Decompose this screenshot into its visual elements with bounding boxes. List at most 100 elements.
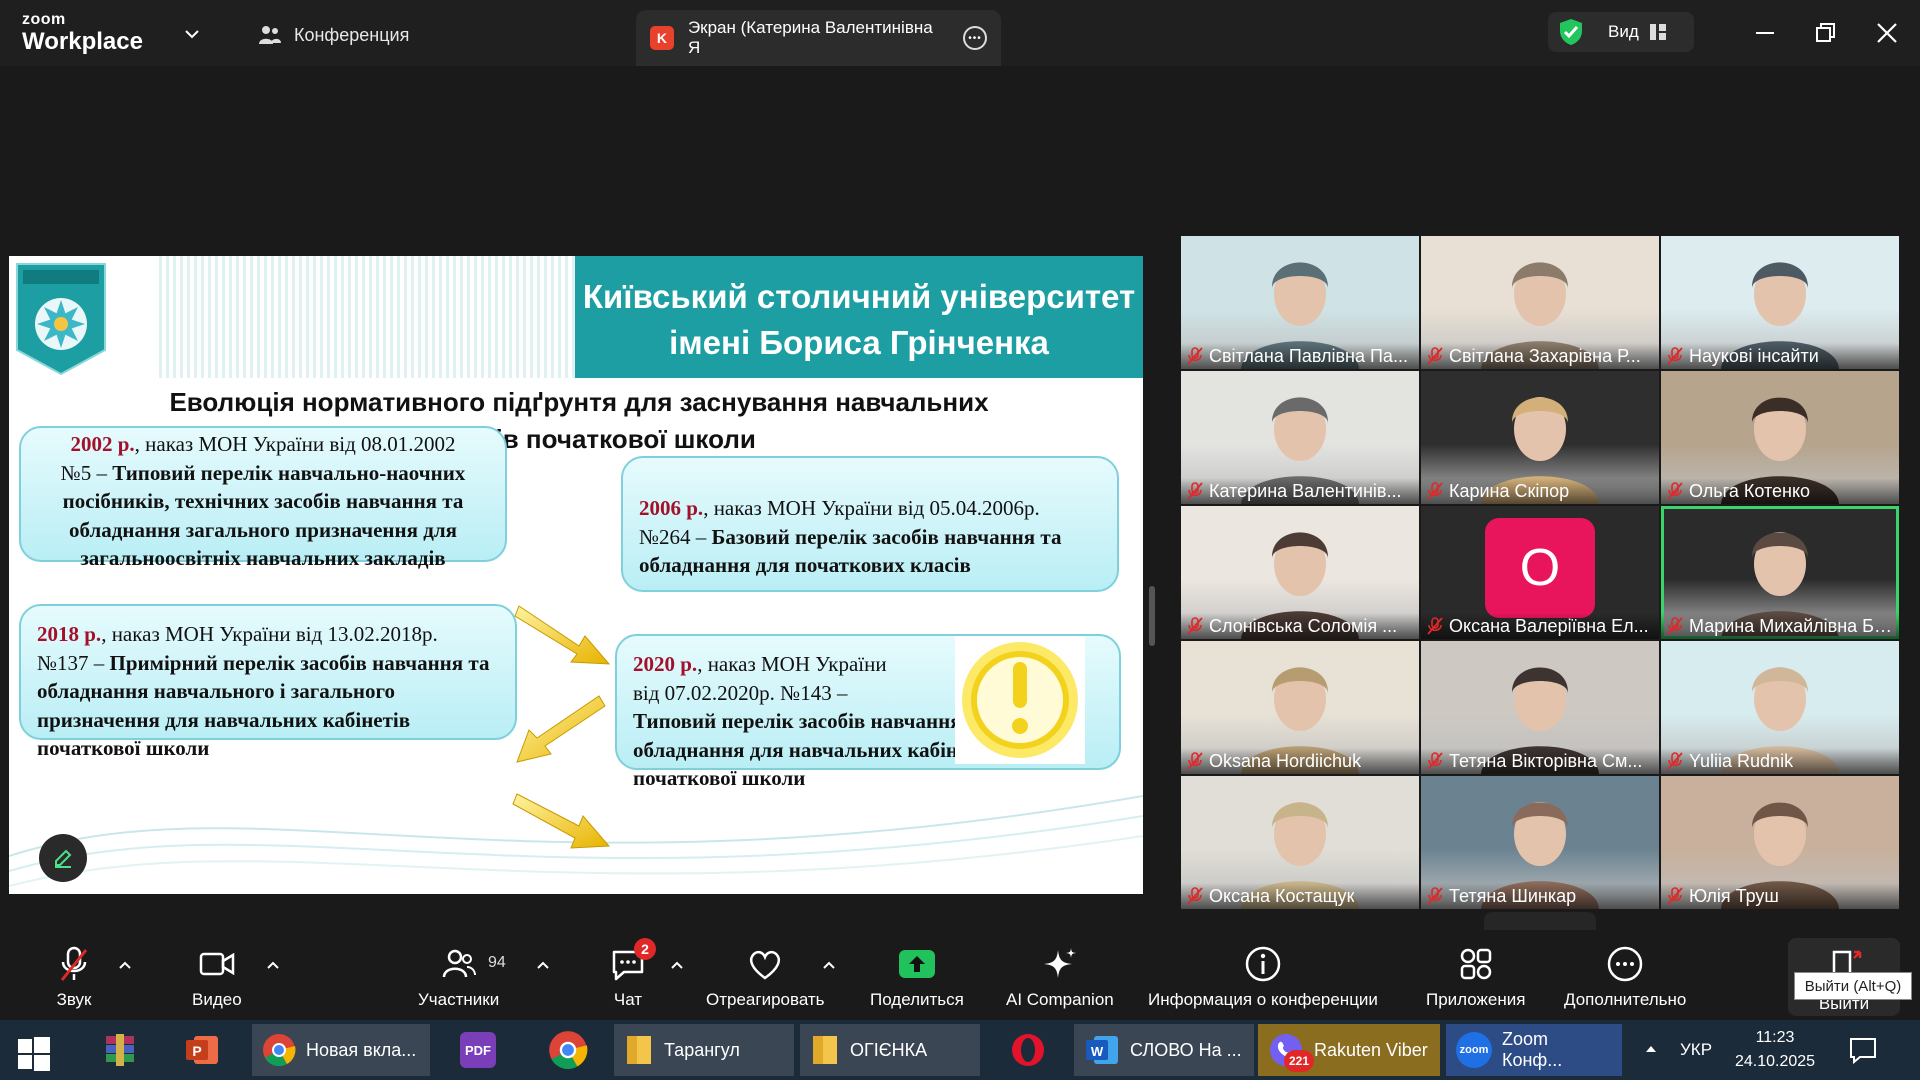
view-label: Вид <box>1608 22 1639 41</box>
participants-icon <box>442 949 476 978</box>
participant-name: Оксана Валеріївна Ел... <box>1449 615 1649 636</box>
participant-tile[interactable]: Світлана Захарівна Р... <box>1421 236 1659 369</box>
participant-name: Наукові інсайти <box>1689 345 1819 366</box>
year-2002: 2002 р. <box>70 432 135 456</box>
participant-name: Ольга Котенко <box>1689 480 1811 501</box>
participant-tile[interactable]: Наукові інсайти <box>1661 236 1899 369</box>
apps-button[interactable]: Приложения <box>1426 944 1525 1010</box>
participant-tile[interactable]: Слонівська Соломія ... <box>1181 506 1419 639</box>
minimize-icon[interactable] <box>1752 20 1778 46</box>
participant-tile[interactable]: Оксана Костащук <box>1181 776 1419 909</box>
chat-options-caret-icon[interactable] <box>670 958 684 972</box>
mic-muted-icon <box>1187 482 1203 500</box>
participant-tile[interactable]: Світлана Павлівна Па... <box>1181 236 1419 369</box>
participant-name-label: Слонівська Соломія ... <box>1181 613 1419 639</box>
participant-tile[interactable]: Катерина Валентинів... <box>1181 371 1419 504</box>
folder-icon <box>627 1036 651 1064</box>
conference-button[interactable]: Конференция <box>258 24 409 46</box>
participants-options-caret-icon[interactable] <box>536 958 550 972</box>
annotate-button[interactable] <box>39 834 87 882</box>
order-text-2018: , наказ МОН України від 13.02.2018р. <box>101 622 438 646</box>
restore-icon[interactable] <box>1812 20 1838 46</box>
share-screen-button[interactable]: Поделиться <box>870 944 964 1010</box>
audio-button[interactable]: Звук <box>54 944 94 1010</box>
taskbar-pdf[interactable]: PDF <box>450 1024 506 1076</box>
participant-tile[interactable]: Тетяна Шинкар <box>1421 776 1659 909</box>
chrome-window-title: Новая вкла... <box>306 1039 417 1060</box>
video-options-caret-icon[interactable] <box>266 958 280 972</box>
info-icon <box>1245 946 1281 982</box>
university-title: Київський столичний університет імені Бо… <box>575 274 1143 366</box>
mic-muted-icon <box>1187 752 1203 770</box>
more-options-icon[interactable]: ••• <box>963 26 987 50</box>
react-options-caret-icon[interactable] <box>822 958 836 972</box>
ai-companion-button[interactable]: AI Companion <box>1006 944 1114 1010</box>
participant-tile[interactable]: Тетяна Вікторівна См... <box>1421 641 1659 774</box>
participant-name: Слонівська Соломія ... <box>1209 615 1398 636</box>
meeting-info-button[interactable]: Информация о конференции <box>1148 944 1378 1010</box>
taskbar-viber[interactable]: Rakuten Viber <box>1258 1024 1440 1076</box>
taskbar-folder-tarangul[interactable]: Тарангул <box>614 1024 794 1076</box>
participant-name: Оксана Костащук <box>1209 885 1355 906</box>
sparkle-icon <box>1043 948 1076 978</box>
order-number-2002: №5 – <box>60 460 113 485</box>
zoom-app-icon: zoom <box>1456 1032 1492 1068</box>
react-button[interactable]: Отреагировать <box>706 944 825 1010</box>
language-indicator[interactable]: УКР <box>1680 1020 1712 1080</box>
leave-tooltip: Выйти (Alt+Q) <box>1794 972 1912 1000</box>
powerpoint-icon: P <box>186 1036 218 1064</box>
chevron-down-icon[interactable] <box>182 24 202 44</box>
taskbar-winrar[interactable] <box>92 1024 148 1076</box>
screen-share-tab[interactable]: K Экран (Катерина Валентинівна Я ••• <box>636 10 1001 66</box>
shared-slide: Київський столичний університет імені Бо… <box>9 256 1143 894</box>
participant-tile[interactable]: Ольга Котенко <box>1661 371 1899 504</box>
taskbar-chrome-newtab[interactable]: Новая вкла... <box>252 1024 430 1076</box>
participant-tile[interactable]: Oksana Hordiichuk <box>1181 641 1419 774</box>
system-clock[interactable]: 11:23 24.10.2025 <box>1720 1026 1830 1074</box>
heart-icon <box>750 950 781 980</box>
participant-tile[interactable]: Карина Скіпор <box>1421 371 1659 504</box>
order-number-2020: від 07.02.2020р. №143 – <box>633 680 848 705</box>
mic-muted-icon <box>1187 887 1203 905</box>
more-button[interactable]: Дополнительно <box>1564 944 1686 1010</box>
split-resize-handle[interactable] <box>1149 586 1155 646</box>
word-icon: W <box>1086 1036 1118 1064</box>
apps-label: Приложения <box>1426 990 1526 1009</box>
mic-muted-icon <box>1427 752 1443 770</box>
subtitle-line1: Еволюція нормативного підґрунтя для засн… <box>169 387 989 417</box>
participant-name-label: Марина Михайлівна Бог... <box>1661 613 1899 639</box>
timeline-box-2002: 2002 р., наказ МОН України від 08.01.200… <box>19 426 507 570</box>
university-crest-icon <box>16 263 106 376</box>
chat-label: Чат <box>613 990 643 1009</box>
conference-label: Конференция <box>294 24 410 45</box>
close-icon[interactable] <box>1874 20 1900 46</box>
taskbar-zoom[interactable]: zoom Zoom Конф... <box>1446 1024 1622 1076</box>
winrar-icon <box>106 1034 134 1066</box>
audio-options-caret-icon[interactable] <box>118 958 132 972</box>
react-label: Отреагировать <box>706 990 825 1009</box>
participant-name: Тетяна Шинкар <box>1449 885 1577 906</box>
video-label: Видео <box>192 990 242 1009</box>
taskbar-folder-ogienka[interactable]: ОГІЄНКА <box>800 1024 980 1076</box>
svg-text:P: P <box>192 1043 201 1059</box>
windows-start-icon[interactable] <box>16 1036 52 1072</box>
order-text-2020: , наказ МОН України <box>697 652 887 676</box>
participant-name-label: Світлана Захарівна Р... <box>1421 343 1659 369</box>
video-button[interactable]: Видео <box>192 944 242 1010</box>
mic-muted-icon <box>1667 482 1683 500</box>
taskbar-word[interactable]: W СЛОВО На ... <box>1074 1024 1254 1076</box>
title-bar: zoom Workplace Конференция K Экран (Кате… <box>0 0 1920 66</box>
taskbar-powerpoint[interactable]: P <box>174 1024 230 1076</box>
participant-name-label: Yuliia Rudnik <box>1661 748 1899 774</box>
participant-tile[interactable]: Марина Михайлівна Бог... <box>1661 506 1899 639</box>
view-button[interactable]: Вид <box>1548 12 1694 52</box>
notifications-icon[interactable] <box>1848 1036 1878 1064</box>
tray-expand-caret-icon[interactable] <box>1644 1042 1658 1056</box>
apps-icon <box>1460 948 1491 980</box>
participant-tile[interactable]: Yuliia Rudnik <box>1661 641 1899 774</box>
taskbar-chrome[interactable] <box>538 1024 598 1076</box>
taskbar-opera[interactable] <box>1000 1024 1056 1076</box>
svg-text:W: W <box>1091 1044 1104 1059</box>
participant-tile[interactable]: Юлія Труш <box>1661 776 1899 909</box>
participant-tile[interactable]: O Оксана Валеріївна Ел... <box>1421 506 1659 639</box>
